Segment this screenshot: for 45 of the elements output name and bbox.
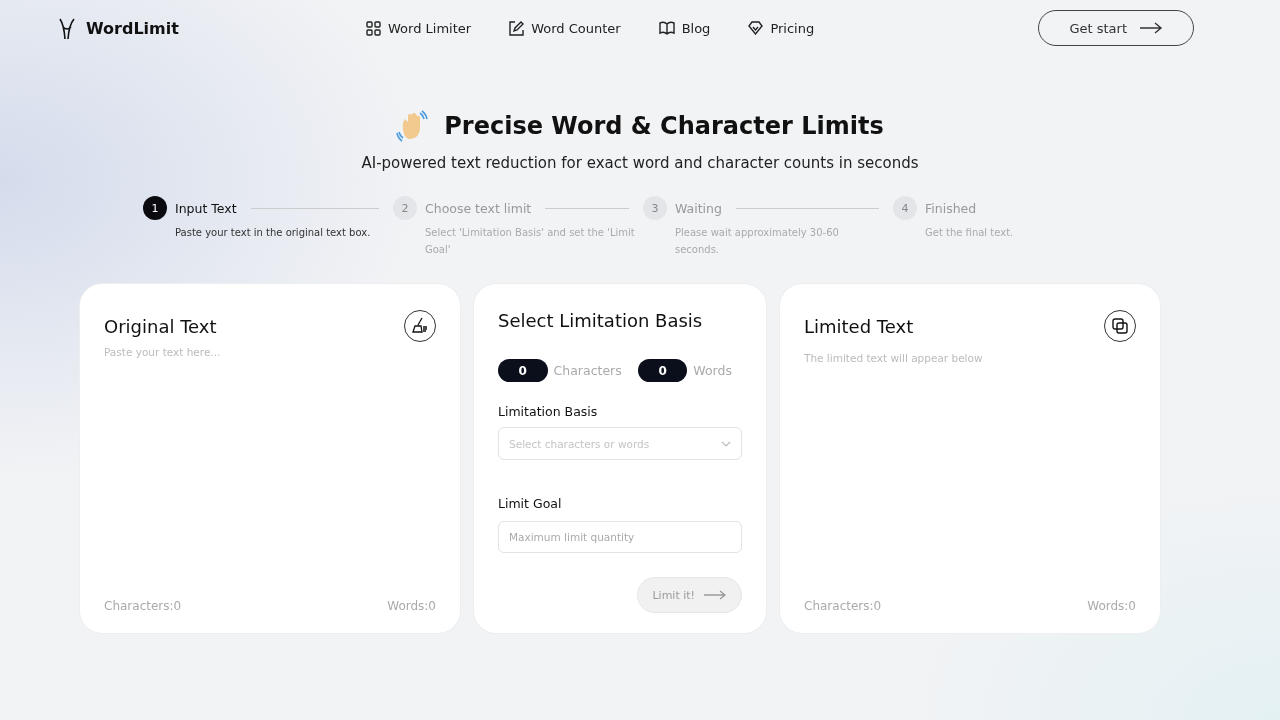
character-count: Characters:0 xyxy=(804,599,882,613)
arrow-icon xyxy=(1139,22,1163,34)
broom-icon[interactable] xyxy=(404,310,436,342)
field-label: Limit Goal xyxy=(498,496,563,512)
card-title: Limited Text xyxy=(804,315,914,337)
original-text-card[interactable]: Original Text Paste your text here... Characters:0 Words:0 xyxy=(80,284,460,633)
count-label: Characters xyxy=(553,363,622,378)
step-number: 2 xyxy=(393,196,417,220)
diamond-icon xyxy=(748,21,764,35)
nav-link[interactable]: Pricing xyxy=(748,20,815,36)
step-number: 1 xyxy=(143,196,167,220)
waving-hand-icon xyxy=(396,110,429,142)
limit-goal-field[interactable]: Maximum limit quantity xyxy=(498,521,742,553)
word-count: Words:0 xyxy=(1087,599,1136,613)
step-title: Finished xyxy=(925,200,977,216)
step-title: Choose text limit xyxy=(425,200,532,216)
book-icon xyxy=(658,21,675,35)
nav-link[interactable]: Word Limiter xyxy=(366,20,472,36)
step-description: Select 'Limitation Basis' and set the 'Limit Goal' xyxy=(425,226,635,257)
card-title: Original Text xyxy=(104,315,217,337)
character-count: Characters:0 xyxy=(104,599,182,613)
field-label: Limitation Basis xyxy=(498,404,599,419)
count-badge: 0 xyxy=(498,359,548,382)
step-description: Please wait approximately 30-60 seconds. xyxy=(675,226,840,257)
copy-icon[interactable] xyxy=(1104,310,1136,342)
step-number: 4 xyxy=(893,196,917,220)
edit-icon xyxy=(509,20,525,36)
output-hint: The limited text will appear below xyxy=(804,352,984,366)
hero-title: Precise Word & Character Limits xyxy=(444,112,884,140)
count-label: Words xyxy=(693,363,732,378)
nav-link[interactable]: Word Counter xyxy=(509,20,621,36)
step-title: Input Text xyxy=(175,200,237,216)
step-title: Waiting xyxy=(675,200,722,216)
nav-link[interactable]: Blog xyxy=(658,20,711,36)
hero-subtitle: AI-powered text reduction for exact word and character counts in seconds xyxy=(361,154,919,172)
card-title: Select Limitation Basis xyxy=(498,310,704,331)
count-badge: 0 xyxy=(637,359,688,382)
chevron-down-icon xyxy=(721,440,731,447)
grid-icon xyxy=(366,20,381,36)
word-count: Words:0 xyxy=(387,599,436,613)
step-number: 3 xyxy=(643,196,667,220)
logo-text: WordLimit xyxy=(86,18,179,38)
step-description: Get the final text. xyxy=(925,226,1015,240)
arrow-icon xyxy=(703,590,727,600)
step-description: Paste your text in the original text box. xyxy=(175,226,372,240)
